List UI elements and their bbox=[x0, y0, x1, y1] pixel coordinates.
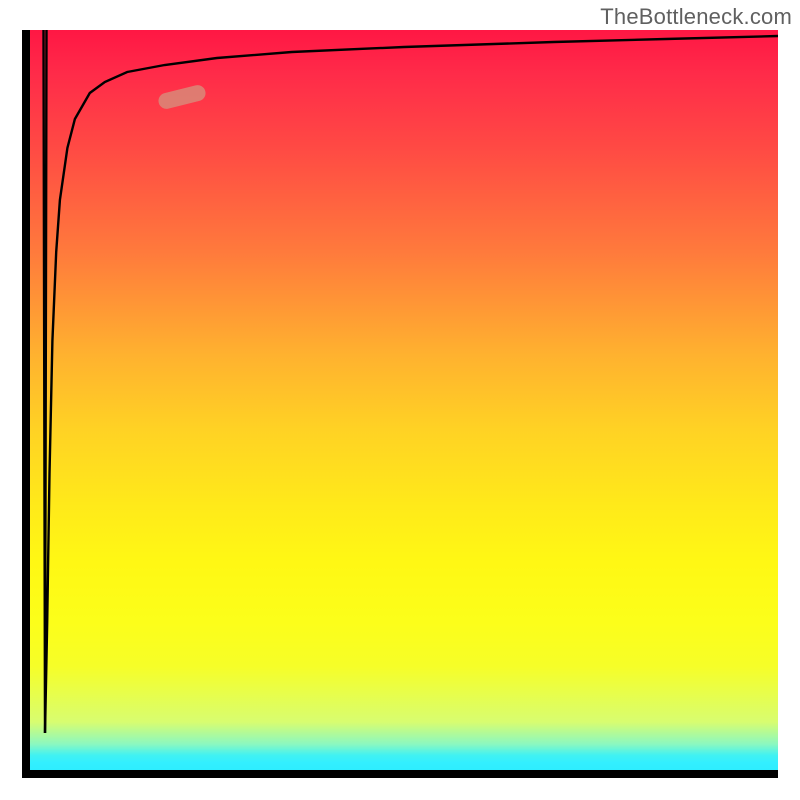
bottleneck-curve bbox=[45, 36, 778, 733]
chart-container: TheBottleneck.com bbox=[0, 0, 800, 800]
plot-frame bbox=[22, 30, 778, 778]
y-axis bbox=[22, 30, 30, 778]
curve-marker bbox=[157, 83, 207, 110]
x-axis bbox=[22, 770, 778, 778]
curve-layer bbox=[30, 30, 778, 770]
attribution-text: TheBottleneck.com bbox=[600, 4, 792, 30]
